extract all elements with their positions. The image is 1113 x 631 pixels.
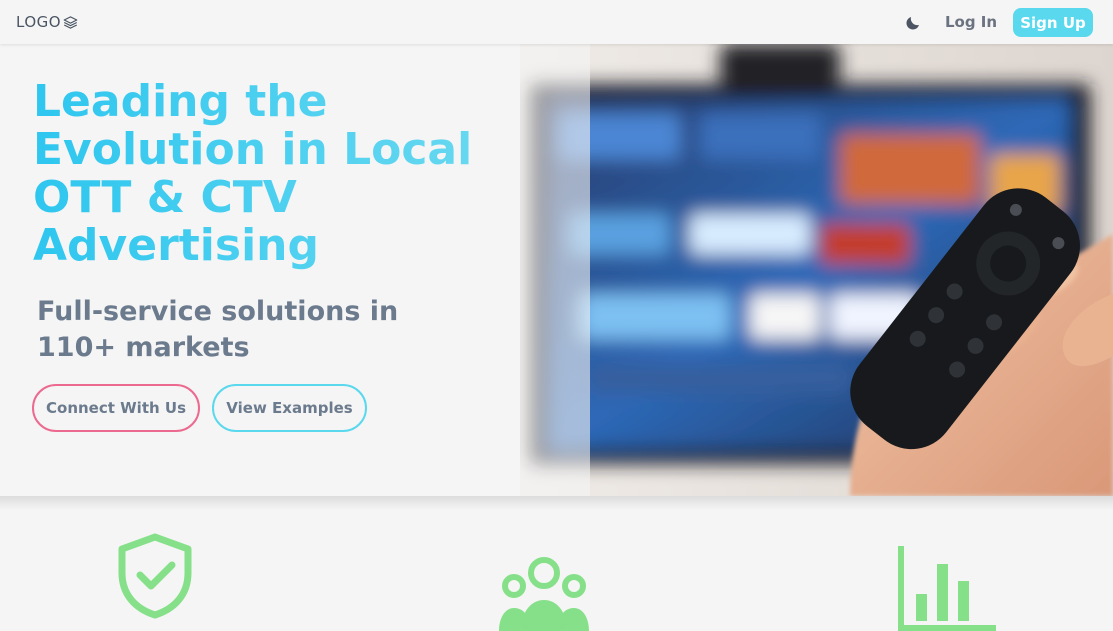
signup-button[interactable]: Sign Up: [1013, 8, 1093, 37]
hero-section: Leading the Evolution in Local OTT & CTV…: [0, 44, 1113, 496]
logo-text: LOGO: [16, 13, 62, 31]
moon-icon[interactable]: [904, 14, 922, 32]
section-divider-shadow: [0, 496, 1113, 510]
bar-chart-icon: [898, 546, 996, 631]
login-button[interactable]: Log In: [940, 10, 1002, 34]
shield-check-icon: [118, 533, 192, 619]
hero-image: [520, 44, 1113, 496]
layers-icon: [63, 15, 78, 29]
users-group-icon: [499, 557, 589, 631]
hero-title: Leading the Evolution in Local OTT & CTV…: [33, 78, 503, 270]
view-examples-button[interactable]: View Examples: [212, 384, 367, 432]
features-section: [0, 510, 1113, 631]
hero-subtitle: Full-service solutions in 110+ markets: [37, 296, 399, 363]
tv-remote-photo: [520, 44, 1113, 496]
top-nav-bar: LOGO Log In Sign Up: [0, 0, 1113, 44]
logo[interactable]: LOGO: [16, 12, 78, 32]
connect-with-us-button[interactable]: Connect With Us: [32, 384, 200, 432]
